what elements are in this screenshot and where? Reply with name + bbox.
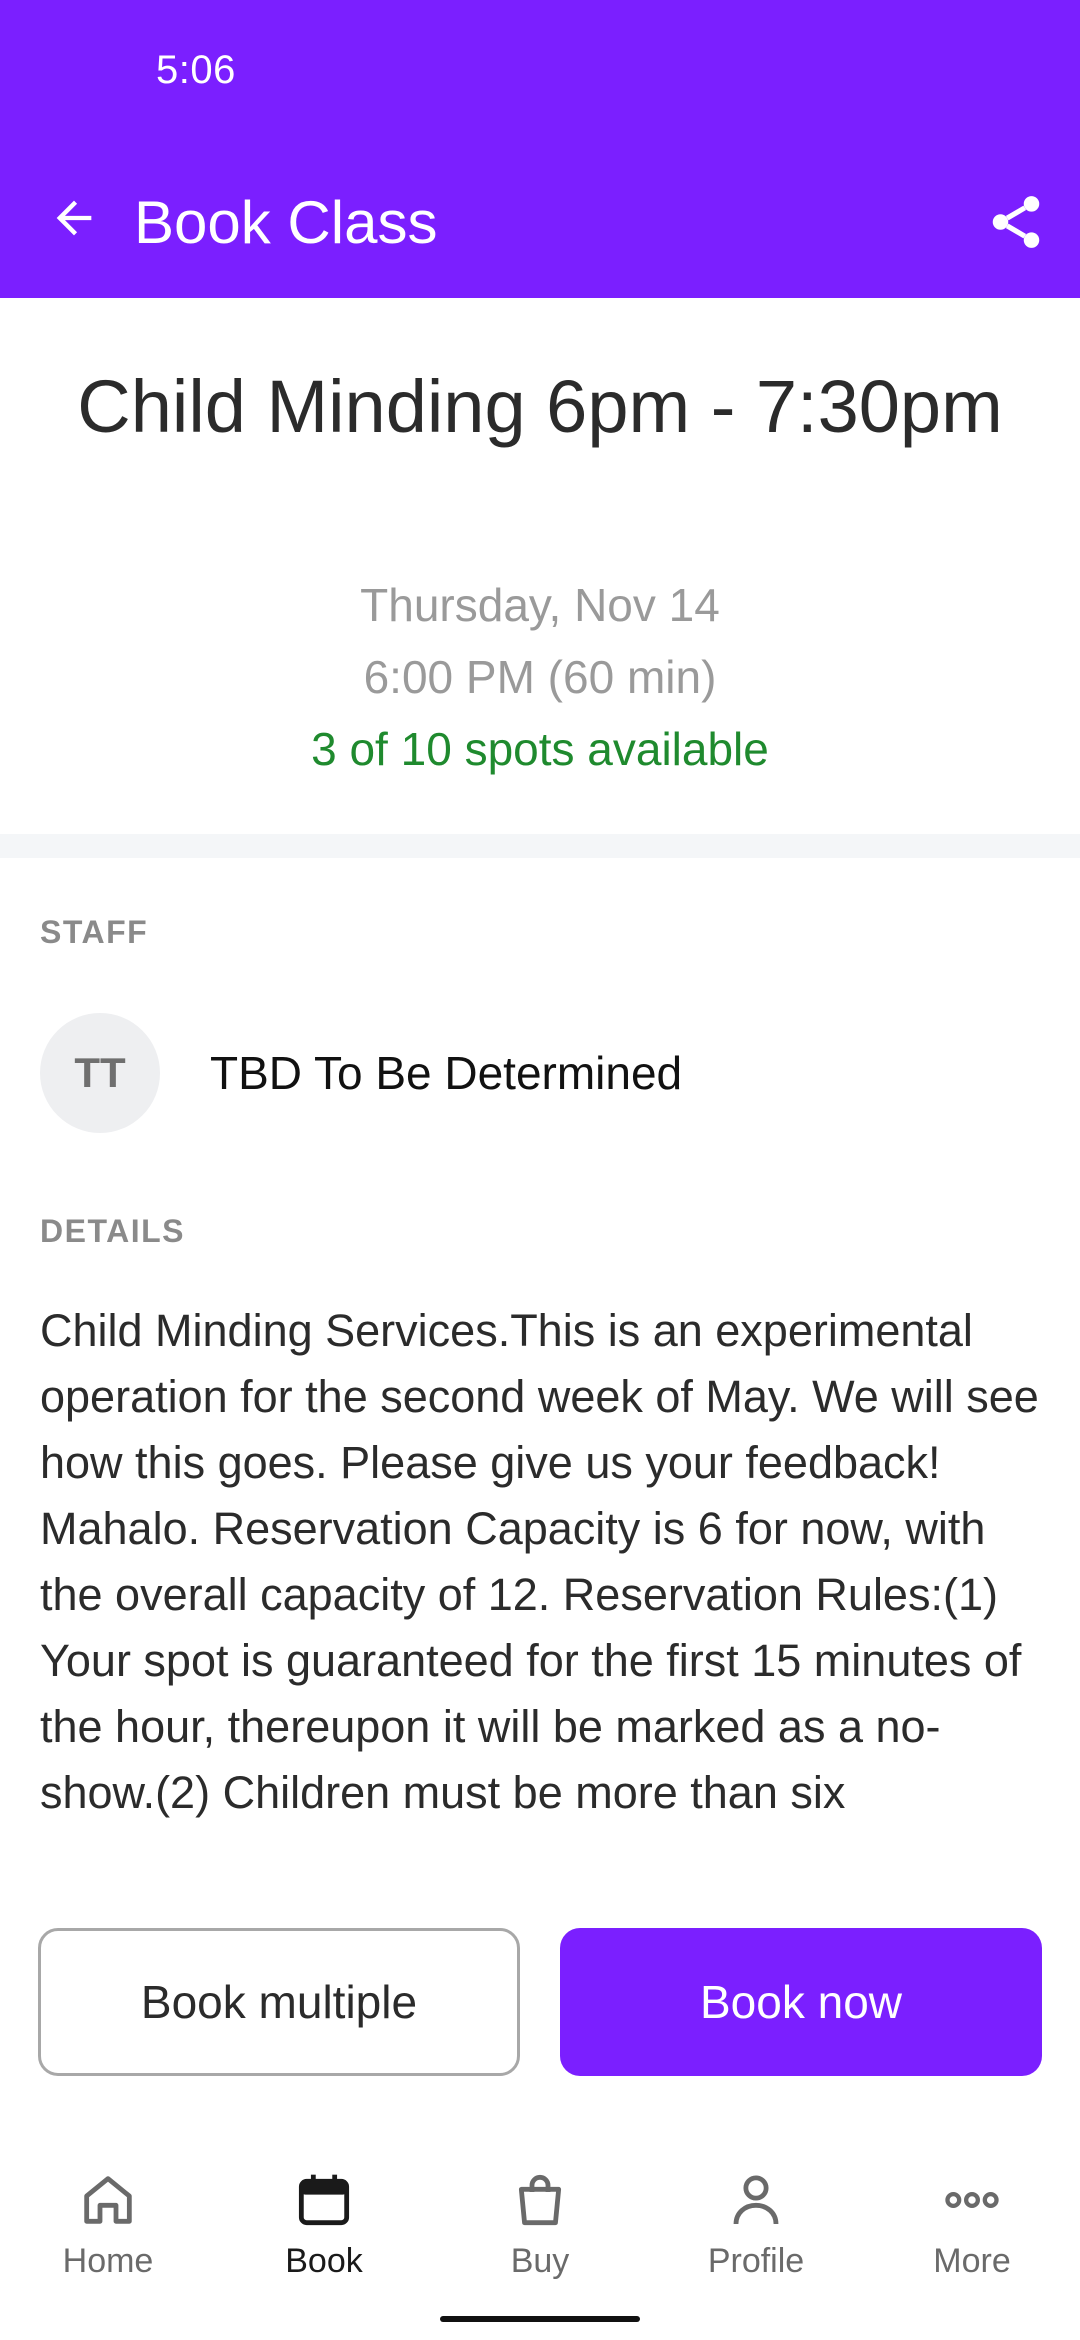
section-divider (0, 834, 1080, 858)
book-multiple-button[interactable]: Book multiple (38, 1928, 520, 2076)
staff-name[interactable]: TBD To Be Determined (210, 1046, 682, 1100)
staff-section-label: STAFF (40, 914, 149, 950)
share-icon (992, 196, 1040, 248)
more-dots-icon (936, 2164, 1008, 2236)
person-icon (720, 2164, 792, 2236)
class-time: 6:00 PM (60 min) (363, 651, 717, 703)
class-title: Child Minding 6pm - 7:30pm (77, 365, 1003, 448)
nav-label-profile: Profile (707, 2242, 805, 2280)
nav-label-home: Home (62, 2242, 154, 2280)
nav-label-buy: Buy (510, 2242, 570, 2280)
calendar-icon (288, 2164, 360, 2236)
shopping-bag-icon (504, 2164, 576, 2236)
nav-label-more: More (933, 2242, 1011, 2280)
nav-item-book[interactable]: Book (216, 2140, 432, 2340)
nav-item-buy[interactable]: Buy (432, 2140, 648, 2340)
arrow-left-icon (56, 200, 92, 236)
staff-avatar: TT (40, 1013, 160, 1133)
details-section-label: DETAILS (40, 1213, 186, 1249)
spots-available: 3 of 10 spots available (311, 723, 769, 775)
details-scroll-area[interactable]: Child Minding Services.This is an experi… (40, 1298, 1040, 1858)
status-bar-time: 5:06 (156, 48, 236, 92)
class-date: Thursday, Nov 14 (360, 579, 720, 631)
nav-label-book: Book (285, 2242, 363, 2280)
share-button[interactable] (978, 184, 1054, 260)
book-now-button[interactable]: Book now (560, 1928, 1042, 2076)
back-button[interactable] (36, 180, 112, 256)
home-indicator[interactable] (440, 2316, 640, 2322)
nav-item-profile[interactable]: Profile (648, 2140, 864, 2340)
nav-item-home[interactable]: Home (0, 2140, 216, 2340)
details-text: Child Minding Services.This is an experi… (40, 1305, 1039, 1818)
home-icon (72, 2164, 144, 2236)
screen: 5:06 Book Class Child Minding 6pm - 7:30… (0, 0, 1080, 2340)
app-bar: 5:06 Book Class (0, 0, 1080, 298)
page-title: Book Class (134, 189, 438, 256)
nav-item-more[interactable]: More (864, 2140, 1080, 2340)
bottom-navigation: Home Book Buy Profile More (0, 2140, 1080, 2340)
